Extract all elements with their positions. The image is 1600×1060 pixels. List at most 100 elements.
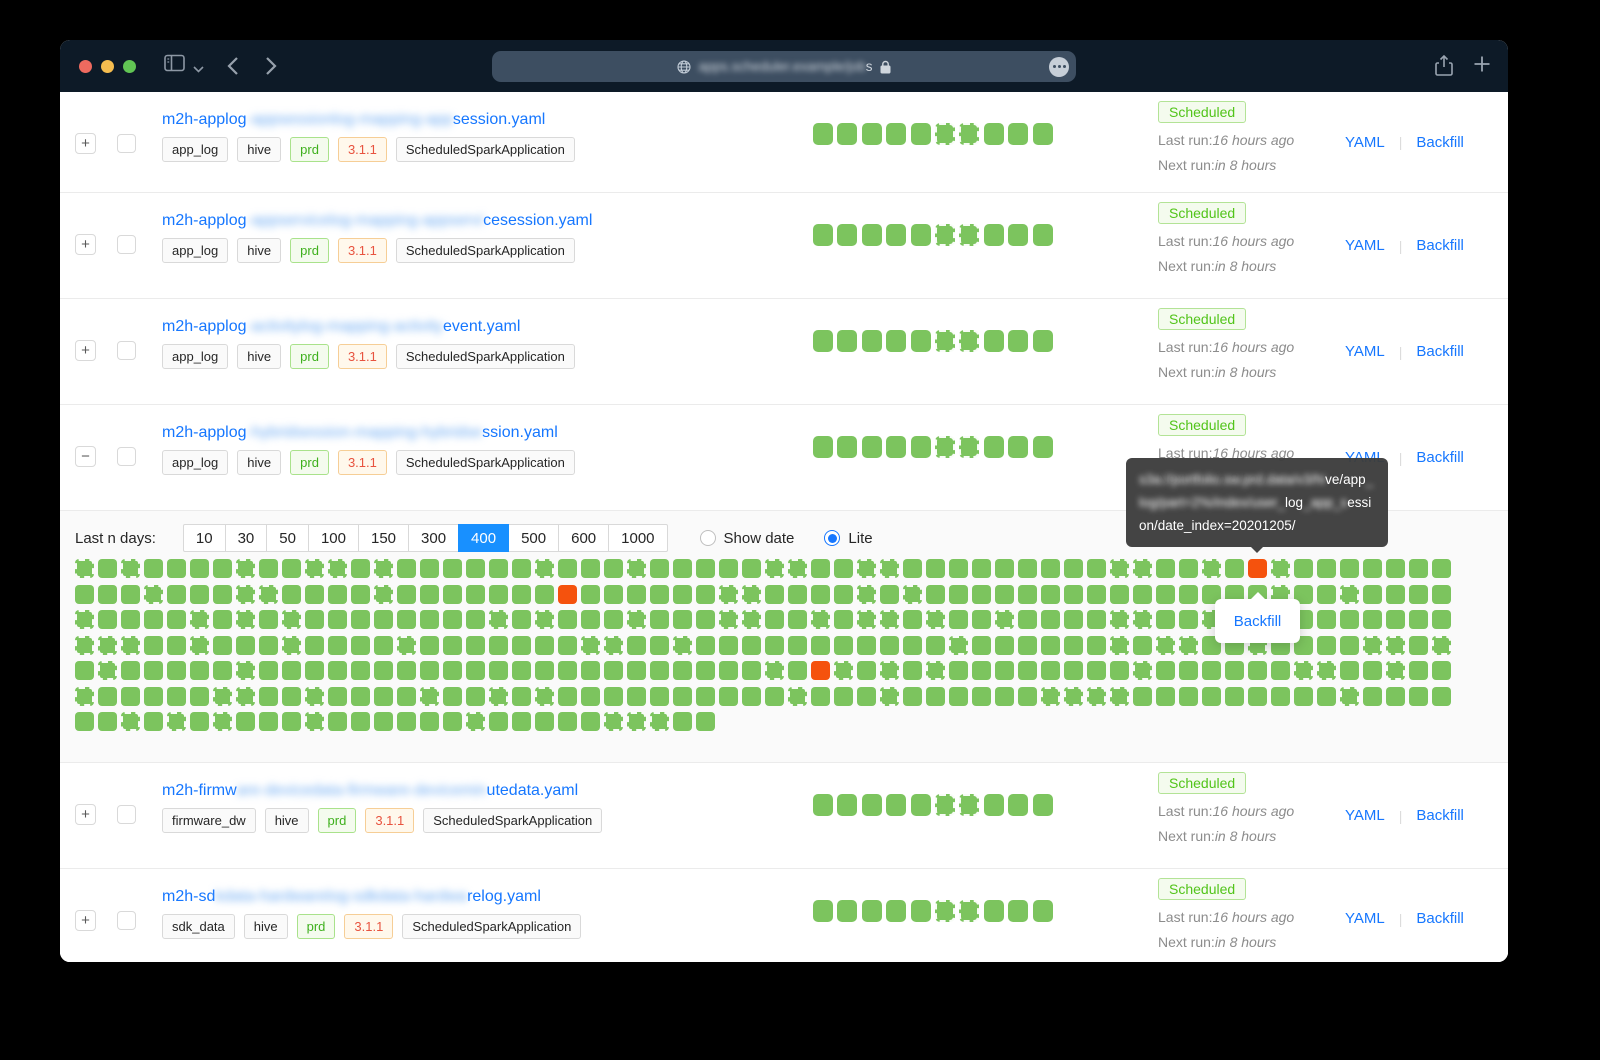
day-cell[interactable] bbox=[98, 585, 117, 604]
day-cell[interactable] bbox=[121, 687, 140, 706]
day-cell[interactable] bbox=[604, 636, 623, 655]
day-cell[interactable] bbox=[949, 585, 968, 604]
day-cell[interactable] bbox=[857, 585, 876, 604]
day-cell[interactable] bbox=[75, 585, 94, 604]
day-cell[interactable] bbox=[673, 687, 692, 706]
day-cell[interactable] bbox=[259, 585, 278, 604]
day-cell[interactable] bbox=[911, 900, 931, 922]
day-cell[interactable] bbox=[696, 687, 715, 706]
backfill-link[interactable]: Backfill bbox=[1416, 910, 1464, 927]
day-cell[interactable] bbox=[926, 559, 945, 578]
day-cell[interactable] bbox=[984, 900, 1004, 922]
failed-day-cell[interactable] bbox=[811, 661, 830, 680]
days-option-1000[interactable]: 1000 bbox=[608, 524, 667, 552]
day-cell[interactable] bbox=[121, 610, 140, 629]
day-cell[interactable] bbox=[1041, 559, 1060, 578]
day-cell[interactable] bbox=[742, 559, 761, 578]
job-title-link[interactable]: m2h-applog-appservicelog-mapping-appserv… bbox=[162, 212, 592, 230]
days-option-400[interactable]: 400 bbox=[458, 524, 509, 552]
day-cell[interactable] bbox=[627, 585, 646, 604]
day-cell[interactable] bbox=[75, 610, 94, 629]
day-cell[interactable] bbox=[1386, 559, 1405, 578]
radio-circle-icon[interactable] bbox=[824, 530, 840, 546]
day-cell[interactable] bbox=[903, 636, 922, 655]
day-cell[interactable] bbox=[374, 610, 393, 629]
day-cell[interactable] bbox=[811, 687, 830, 706]
day-cell[interactable] bbox=[1018, 610, 1037, 629]
job-title-link[interactable]: m2h-sdkdata-hardwarelog-sdkdata-hardware… bbox=[162, 888, 541, 906]
day-cell[interactable] bbox=[420, 661, 439, 680]
day-cell[interactable] bbox=[984, 436, 1004, 458]
day-cell[interactable] bbox=[1386, 661, 1405, 680]
day-cell[interactable] bbox=[880, 636, 899, 655]
day-cell[interactable] bbox=[886, 123, 906, 145]
day-cell[interactable] bbox=[857, 661, 876, 680]
backfill-link[interactable]: Backfill bbox=[1416, 343, 1464, 360]
day-cell[interactable] bbox=[650, 687, 669, 706]
day-cell[interactable] bbox=[837, 900, 857, 922]
day-cell[interactable] bbox=[935, 436, 955, 458]
day-cell[interactable] bbox=[949, 687, 968, 706]
day-cell[interactable] bbox=[443, 687, 462, 706]
day-cell[interactable] bbox=[1110, 636, 1129, 655]
day-cell[interactable] bbox=[1225, 687, 1244, 706]
day-cell[interactable] bbox=[213, 636, 232, 655]
day-cell[interactable] bbox=[581, 610, 600, 629]
day-cell[interactable] bbox=[959, 436, 979, 458]
day-cell[interactable] bbox=[1018, 636, 1037, 655]
day-cell[interactable] bbox=[1386, 610, 1405, 629]
job-title-link[interactable]: m2h-applog-hybridsession-mapping-hybrids… bbox=[162, 424, 558, 442]
day-cell[interactable] bbox=[1156, 661, 1175, 680]
day-cell[interactable] bbox=[742, 610, 761, 629]
day-cell[interactable] bbox=[627, 661, 646, 680]
day-cell[interactable] bbox=[1087, 661, 1106, 680]
day-cell[interactable] bbox=[650, 712, 669, 731]
day-cell[interactable] bbox=[926, 610, 945, 629]
day-cell[interactable] bbox=[926, 687, 945, 706]
day-cell[interactable] bbox=[1087, 585, 1106, 604]
day-cell[interactable] bbox=[535, 585, 554, 604]
day-cell[interactable] bbox=[886, 330, 906, 352]
day-cell[interactable] bbox=[443, 559, 462, 578]
yaml-link[interactable]: YAML bbox=[1345, 910, 1385, 927]
day-cell[interactable] bbox=[1133, 687, 1152, 706]
day-cell[interactable] bbox=[1202, 559, 1221, 578]
day-cell[interactable] bbox=[604, 585, 623, 604]
day-cell[interactable] bbox=[167, 585, 186, 604]
day-cell[interactable] bbox=[236, 585, 255, 604]
day-cell[interactable] bbox=[903, 559, 922, 578]
day-cell[interactable] bbox=[1179, 610, 1198, 629]
day-cell[interactable] bbox=[535, 610, 554, 629]
day-cell[interactable] bbox=[1041, 687, 1060, 706]
day-cell[interactable] bbox=[1110, 687, 1129, 706]
day-cell[interactable] bbox=[1340, 687, 1359, 706]
day-cell[interactable] bbox=[466, 661, 485, 680]
day-cell[interactable] bbox=[813, 330, 833, 352]
day-cell[interactable] bbox=[305, 661, 324, 680]
day-cell[interactable] bbox=[328, 687, 347, 706]
day-cell[interactable] bbox=[581, 712, 600, 731]
day-cell[interactable] bbox=[512, 559, 531, 578]
failed-day-cell-hovered[interactable] bbox=[1248, 559, 1267, 578]
yaml-link[interactable]: YAML bbox=[1345, 134, 1385, 151]
day-cell[interactable] bbox=[837, 123, 857, 145]
day-cell[interactable] bbox=[627, 636, 646, 655]
day-cell[interactable] bbox=[1018, 585, 1037, 604]
share-icon[interactable] bbox=[1435, 55, 1453, 82]
day-cell[interactable] bbox=[995, 687, 1014, 706]
day-cell[interactable] bbox=[1008, 794, 1028, 816]
day-cell[interactable] bbox=[328, 712, 347, 731]
day-cell[interactable] bbox=[305, 687, 324, 706]
day-cell[interactable] bbox=[811, 636, 830, 655]
day-cell[interactable] bbox=[972, 661, 991, 680]
day-cell[interactable] bbox=[558, 661, 577, 680]
day-cell[interactable] bbox=[837, 224, 857, 246]
day-cell[interactable] bbox=[259, 661, 278, 680]
day-cell[interactable] bbox=[886, 900, 906, 922]
day-cell[interactable] bbox=[190, 585, 209, 604]
day-cell[interactable] bbox=[972, 559, 991, 578]
day-cell[interactable] bbox=[98, 661, 117, 680]
more-options-icon[interactable] bbox=[1049, 57, 1069, 77]
days-option-10[interactable]: 10 bbox=[183, 524, 226, 552]
day-cell[interactable] bbox=[862, 123, 882, 145]
